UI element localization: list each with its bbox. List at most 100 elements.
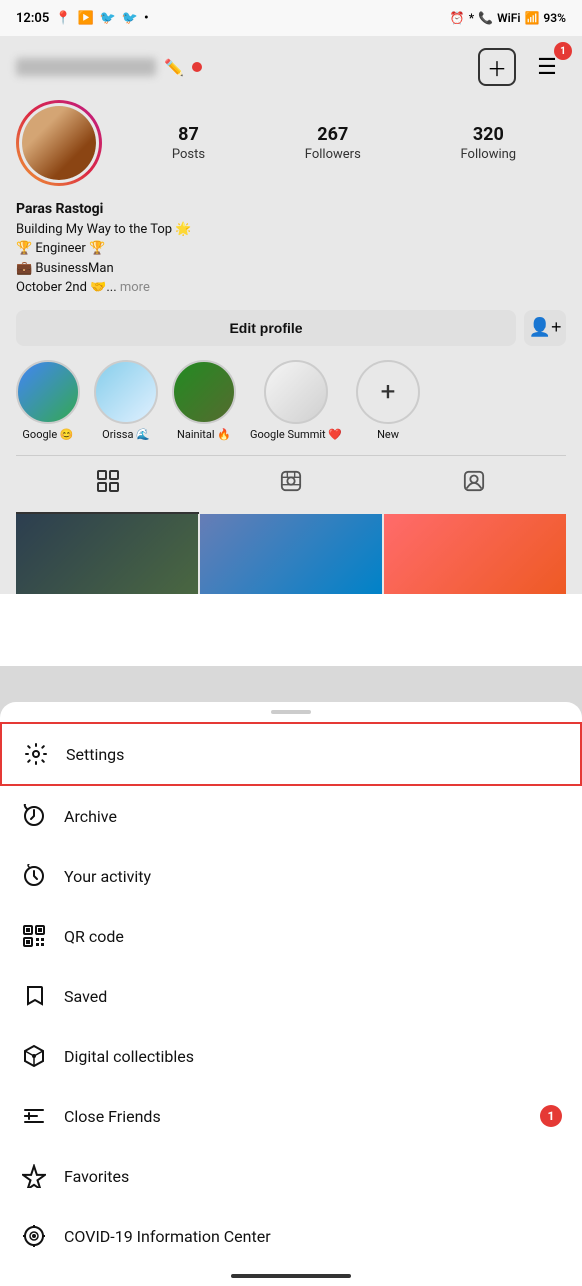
following-label: Following — [461, 147, 517, 162]
settings-label: Settings — [66, 745, 124, 764]
action-buttons: Edit profile 👤+ — [16, 310, 566, 346]
profile-name: Paras Rastogi — [16, 200, 566, 220]
highlight-orissa-label: Orissa 🌊 — [102, 428, 150, 441]
posts-stat[interactable]: 87 Posts — [172, 124, 205, 162]
settings-icon — [22, 740, 50, 768]
header-row: ✏️ ＋ ☰ 1 — [16, 48, 566, 86]
qr-code-label: QR code — [64, 927, 124, 946]
tagged-icon — [463, 470, 485, 498]
archive-label: Archive — [64, 807, 117, 826]
tabs-row — [16, 455, 566, 514]
bottom-sheet: Settings Archive Your activity — [0, 702, 582, 1286]
menu-item-saved[interactable]: Saved — [0, 966, 582, 1026]
add-person-button[interactable]: 👤+ — [524, 310, 566, 346]
maps-icon: 📍 — [55, 11, 71, 26]
battery: 93% — [543, 11, 566, 25]
highlight-summit[interactable]: Google Summit ❤️ — [250, 360, 342, 441]
following-stat[interactable]: 320 Following — [461, 124, 517, 162]
bio-line2: 🏆 Engineer 🏆 — [16, 239, 566, 259]
tab-reels[interactable] — [199, 456, 382, 514]
highlight-summit-circle — [264, 360, 328, 424]
twitter-icon2: 🐦 — [122, 11, 138, 26]
photo-cell-3[interactable] — [384, 514, 566, 594]
hamburger-icon: ☰ — [537, 55, 557, 80]
photo-grid — [16, 514, 566, 594]
add-post-button[interactable]: ＋ — [478, 48, 516, 86]
status-left: 12:05 📍 ▶️ 🐦 🐦 • — [16, 11, 149, 26]
highlight-nainital[interactable]: Nainital 🔥 — [172, 360, 236, 441]
highlight-orissa-circle — [94, 360, 158, 424]
saved-icon — [20, 982, 48, 1010]
menu-item-favorites[interactable]: Favorites — [0, 1146, 582, 1206]
menu-button[interactable]: ☰ 1 — [528, 48, 566, 86]
your-activity-label: Your activity — [64, 867, 151, 886]
covid-icon — [20, 1222, 48, 1250]
bio-more[interactable]: more — [120, 280, 150, 295]
edit-username-icon[interactable]: ✏️ — [164, 58, 184, 77]
photo-cell-2[interactable] — [200, 514, 382, 594]
bio-line3: 💼 BusinessMan — [16, 259, 566, 279]
highlight-new-circle: + — [356, 360, 420, 424]
posts-label: Posts — [172, 147, 205, 162]
avatar — [19, 103, 99, 183]
qr-code-icon — [20, 922, 48, 950]
tab-tagged[interactable] — [383, 456, 566, 514]
close-friends-icon — [20, 1102, 48, 1130]
highlight-new[interactable]: + New — [356, 360, 420, 441]
call-icon: 📞 — [478, 11, 493, 25]
time: 12:05 — [16, 11, 49, 26]
profile-area: ✏️ ＋ ☰ 1 87 Posts 267 Fol — [0, 36, 582, 594]
home-bar — [231, 1274, 351, 1278]
menu-notification-badge: 1 — [554, 42, 572, 60]
highlight-google-circle — [16, 360, 80, 424]
bluetooth-icon: * — [469, 11, 474, 25]
archive-icon — [20, 802, 48, 830]
menu-item-archive[interactable]: Archive — [0, 786, 582, 846]
menu-item-covid[interactable]: COVID-19 Information Center — [0, 1206, 582, 1266]
edit-profile-button[interactable]: Edit profile — [16, 310, 516, 346]
favorites-icon — [20, 1162, 48, 1190]
digital-collectibles-icon — [20, 1042, 48, 1070]
highlight-nainital-label: Nainital 🔥 — [177, 428, 231, 441]
profile-info-row: 87 Posts 267 Followers 320 Following — [16, 100, 566, 186]
username-blur — [16, 58, 156, 76]
covid-label: COVID-19 Information Center — [64, 1227, 271, 1246]
plus-icon-new: + — [381, 377, 396, 407]
header-icons: ＋ ☰ 1 — [478, 48, 566, 86]
status-right: ⏰ * 📞 WiFi 📶 93% — [450, 11, 566, 25]
menu-item-close-friends[interactable]: Close Friends 1 — [0, 1086, 582, 1146]
menu-item-your-activity[interactable]: Your activity — [0, 846, 582, 906]
youtube-icon: ▶️ — [77, 11, 93, 26]
menu-item-settings[interactable]: Settings — [0, 722, 582, 786]
twitter-icon: 🐦 — [100, 11, 116, 26]
followers-stat[interactable]: 267 Followers — [305, 124, 361, 162]
menu-item-digital-collectibles[interactable]: Digital collectibles — [0, 1026, 582, 1086]
bio-line1: Building My Way to the Top 🌟 — [16, 220, 566, 240]
menu-item-qr-code[interactable]: QR code — [0, 906, 582, 966]
your-activity-icon — [20, 862, 48, 890]
highlight-nainital-circle — [172, 360, 236, 424]
highlight-google-label: Google 😊 — [22, 428, 73, 441]
favorites-label: Favorites — [64, 1167, 129, 1186]
highlight-google[interactable]: Google 😊 — [16, 360, 80, 441]
grid-icon — [97, 470, 119, 498]
add-person-icon: 👤+ — [529, 317, 562, 338]
avatar-wrapper[interactable] — [16, 100, 102, 186]
posts-count: 87 — [178, 124, 199, 145]
photo-cell-1[interactable] — [16, 514, 198, 594]
signal-icon: 📶 — [524, 11, 539, 25]
avatar-image — [22, 106, 96, 180]
followers-count: 267 — [317, 124, 348, 145]
status-bar: 12:05 📍 ▶️ 🐦 🐦 • ⏰ * 📞 WiFi 📶 93% — [0, 0, 582, 36]
wifi-icon: WiFi — [497, 11, 520, 25]
close-friends-badge: 1 — [540, 1105, 562, 1127]
following-count: 320 — [473, 124, 504, 145]
online-dot — [192, 62, 202, 72]
alarm-icon: ⏰ — [450, 11, 465, 25]
close-friends-label: Close Friends — [64, 1107, 161, 1126]
highlights-row: Google 😊 Orissa 🌊 Nainital 🔥 Google Summ… — [16, 360, 566, 455]
highlight-orissa[interactable]: Orissa 🌊 — [94, 360, 158, 441]
tab-grid[interactable] — [16, 456, 199, 514]
plus-icon: ＋ — [487, 53, 507, 82]
reels-icon — [280, 470, 302, 498]
